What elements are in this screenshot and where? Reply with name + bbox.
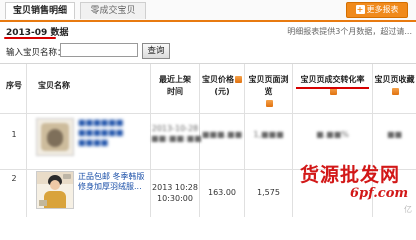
header-favorites-line1: 宝贝页收藏 xyxy=(374,75,415,84)
data-limit-note: 明细报表提供3个月数据，超过请... xyxy=(287,27,412,36)
row1-favorites: ■■ xyxy=(386,130,403,139)
header-price-line2: (元) xyxy=(214,87,230,96)
help-icon[interactable] xyxy=(265,100,273,107)
watermark-url: 6pf.com xyxy=(350,186,409,201)
row1-product-title-link[interactable]: ■■■■■■ ■■■■■■ ■■■■ xyxy=(78,118,148,148)
search-label: 输入宝贝名称： xyxy=(6,48,66,58)
conversion-highlight-underline xyxy=(296,87,369,89)
thumbnail-shape xyxy=(63,174,71,179)
column-divider xyxy=(26,64,27,217)
watermark-chinese-text: 货源批发网 xyxy=(300,164,401,186)
header-price-line1: 宝贝价格 xyxy=(202,75,234,84)
row-divider xyxy=(0,113,416,114)
help-icon[interactable] xyxy=(329,88,337,95)
row2-product-title-link[interactable]: 正品包邮 冬季韩版修身加厚羽绒服... xyxy=(78,172,148,192)
row1-conversion-rate: ■.■■% xyxy=(316,130,349,139)
header-favorites: 宝贝页收藏 xyxy=(373,74,416,98)
help-icon[interactable] xyxy=(391,88,399,95)
watermark-mark: 亿 xyxy=(404,205,412,214)
row1-product-thumbnail[interactable] xyxy=(36,118,74,156)
header-index: 序号 xyxy=(6,81,22,90)
row2-listing-date: 2013 10:28 xyxy=(152,183,198,192)
row2-recent-listing: 2013 10:28 10:30:00 xyxy=(151,182,199,204)
thumbnail-shape xyxy=(39,200,47,206)
thumbnail-shape xyxy=(50,180,60,190)
header-conversion-rate: 宝贝页成交转化率 xyxy=(293,74,372,98)
thumbnail-shape xyxy=(44,191,66,208)
more-reports-label: 更多报表 xyxy=(366,5,399,14)
tab-bar: 宝贝销售明细 零成交宝贝 + 更多报表 xyxy=(0,0,416,22)
header-page-views: 宝贝页面浏览 xyxy=(245,74,292,110)
row1-listing-date: 2013-10-28 xyxy=(151,124,199,133)
row1-price: ■■■.■■ xyxy=(201,130,243,139)
tab-zero-sales[interactable]: 零成交宝贝 xyxy=(80,2,146,19)
header-recent-listing-line2: 时间 xyxy=(167,87,183,96)
help-icon[interactable] xyxy=(235,76,242,83)
header-price: 宝贝价格 (元) xyxy=(200,74,244,98)
product-name-search-input[interactable] xyxy=(60,43,138,57)
search-button[interactable]: 查询 xyxy=(142,43,170,59)
row1-recent-listing: 2013-10-28 ■■:■■:■■ xyxy=(151,124,202,144)
header-recent-listing: 最近上架 时间 xyxy=(151,74,199,98)
header-page-views-line1: 宝贝页面浏览 xyxy=(248,75,289,96)
thumbnail-shape xyxy=(47,129,63,147)
plus-icon: + xyxy=(355,5,365,14)
row1-page-views: 1,■■■ xyxy=(253,130,284,139)
period-title-underline xyxy=(4,37,56,39)
more-reports-button[interactable]: + 更多报表 xyxy=(346,2,408,18)
row1-index: 1 xyxy=(11,130,17,139)
row1-listing-time: ■■:■■:■■ xyxy=(151,134,202,143)
tab-sales-detail[interactable]: 宝贝销售明细 xyxy=(5,2,75,19)
row2-index: 2 xyxy=(11,174,17,183)
row2-product-thumbnail[interactable] xyxy=(36,171,74,209)
header-conversion-line1: 宝贝页成交转化率 xyxy=(300,75,365,84)
row2-price: 163.00 xyxy=(208,188,236,197)
header-recent-listing-line1: 最近上架 xyxy=(159,75,191,84)
header-name: 宝贝名称 xyxy=(38,81,70,90)
row2-page-views: 1,575 xyxy=(257,188,280,197)
row2-listing-time: 10:30:00 xyxy=(157,194,193,203)
